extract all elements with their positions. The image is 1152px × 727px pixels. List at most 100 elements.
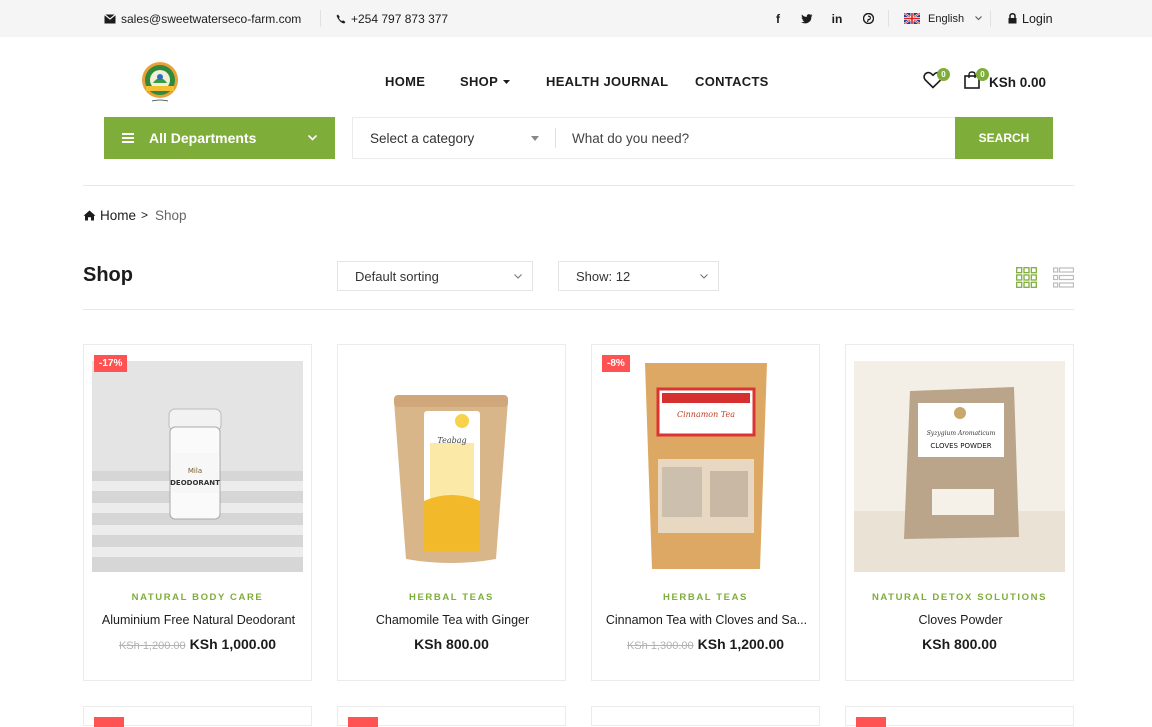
discount-badge (94, 717, 124, 727)
product-card[interactable]: Teabag HERBAL TEAS Chamomile Tea with Gi… (337, 344, 566, 681)
grid-view-icon (1016, 267, 1037, 288)
product-category[interactable]: HERBAL TEAS (592, 592, 819, 603)
breadcrumb-current: Shop (155, 207, 187, 223)
product-card[interactable] (845, 706, 1074, 727)
header: HOME SHOP HEALTH JOURNAL CONTACTS 0 0 KS… (0, 37, 1152, 185)
product-category[interactable]: NATURAL BODY CARE (84, 592, 311, 603)
product-image-chamomile-tea[interactable]: Teabag (346, 361, 557, 572)
svg-text:Syzygium Aromaticum: Syzygium Aromaticum (927, 430, 996, 437)
email-link[interactable]: sales@sweetwaterseco-farm.com (104, 0, 301, 37)
sorting-select[interactable]: Default sorting (337, 261, 533, 291)
product-image-cloves-powder[interactable]: Syzygium Aromaticum CLOVES POWDER (854, 361, 1065, 572)
discount-badge (856, 717, 886, 727)
caret-down-icon (503, 80, 511, 84)
site-logo[interactable] (139, 61, 181, 105)
divider (555, 128, 556, 148)
product-price: KSh 1,200.00 KSh 1,000.00 (84, 636, 311, 652)
product-category[interactable]: HERBAL TEAS (338, 592, 565, 603)
sorting-label: Default sorting (355, 268, 439, 284)
product-name[interactable]: Cloves Powder (852, 613, 1069, 627)
search-bar: Select a category What do you need? SEAR… (352, 117, 1053, 159)
wishlist-count-badge: 0 (937, 68, 950, 81)
list-view-button[interactable] (1053, 267, 1075, 288)
product-price: KSh 800.00 (846, 636, 1073, 652)
product-price: KSh 1,300.00 KSh 1,200.00 (592, 636, 819, 652)
phone-icon (336, 14, 346, 23)
product-card[interactable] (591, 706, 820, 726)
discount-badge (348, 717, 378, 727)
pinterest-icon[interactable] (861, 0, 875, 37)
chevron-down-icon (514, 274, 522, 279)
product-card[interactable]: -8% Cinnamon Tea HERBAL TEAS Cinnamon Te… (591, 344, 820, 681)
cart-total: KSh 0.00 (989, 75, 1047, 90)
divider (83, 309, 1074, 310)
cart-button[interactable]: 0 (964, 68, 989, 91)
email-text: sales@sweetwaterseco-farm.com (121, 11, 302, 26)
facebook-icon[interactable]: f (771, 0, 785, 37)
svg-text:Cinnamon Tea: Cinnamon Tea (677, 410, 735, 419)
pinterest-p-icon (862, 13, 874, 24)
breadcrumb-separator: > (141, 208, 149, 222)
discount-badge: -8% (602, 355, 630, 372)
product-card[interactable] (83, 706, 312, 727)
caret-down-icon (531, 136, 539, 141)
divider (888, 10, 889, 27)
product-card[interactable]: -17% Mila DEODORANT NATURAL BODY CARE Al… (83, 344, 312, 681)
grid-view-button[interactable] (1016, 267, 1037, 288)
category-select[interactable]: Select a category (353, 118, 555, 158)
chevron-down-icon (975, 16, 982, 21)
product-card[interactable]: Syzygium Aromaticum CLOVES POWDER NATURA… (845, 344, 1074, 681)
phone-text: +254 797 873 377 (351, 11, 449, 26)
lock-icon (1008, 13, 1017, 24)
current-price: KSh 1,200.00 (697, 636, 785, 652)
uk-flag-icon (904, 13, 920, 24)
svg-text:Teabag: Teabag (437, 436, 466, 445)
nav-shop-label: SHOP (460, 74, 499, 89)
product-image-cinnamon-tea[interactable]: Cinnamon Tea (600, 361, 811, 572)
old-price: KSh 1,200.00 (118, 640, 186, 652)
svg-text:DEODORANT: DEODORANT (170, 479, 220, 487)
linkedin-icon[interactable]: in (830, 0, 844, 37)
nav-shop[interactable]: SHOP (460, 74, 511, 94)
discount-badge: -17% (94, 355, 128, 372)
envelope-icon (104, 13, 116, 23)
product-category[interactable]: NATURAL DETOX SOLUTIONS (846, 592, 1073, 603)
old-price: KSh 1,300.00 (626, 640, 694, 652)
svg-text:Mila: Mila (188, 467, 202, 475)
product-card[interactable] (337, 706, 566, 727)
nav-contacts[interactable]: CONTACTS (695, 74, 769, 94)
breadcrumb: Home > Shop (83, 207, 187, 223)
page-title: Shop (83, 264, 133, 286)
nav-health-journal[interactable]: HEALTH JOURNAL (546, 74, 668, 94)
category-select-label: Select a category (370, 130, 475, 146)
home-icon (83, 210, 96, 220)
product-image-deodorant[interactable]: Mila DEODORANT (92, 361, 303, 572)
chevron-down-icon (700, 274, 708, 279)
product-name[interactable]: Cinnamon Tea with Cloves and Sa... (598, 613, 815, 627)
product-name[interactable]: Chamomile Tea with Ginger (344, 613, 561, 627)
wishlist-button[interactable]: 0 (923, 68, 950, 91)
menu-bars-icon (122, 133, 134, 143)
all-departments-button[interactable]: All Departments (104, 117, 335, 159)
show-count-select[interactable]: Show: 12 (558, 261, 719, 291)
language-selector[interactable]: English (904, 0, 982, 37)
divider (83, 185, 1074, 186)
search-input[interactable]: What do you need? (572, 118, 689, 158)
twitter-bird-icon (801, 13, 813, 23)
nav-home[interactable]: HOME (385, 74, 425, 94)
show-count-label: Show: 12 (576, 268, 631, 284)
list-view-icon (1053, 267, 1075, 288)
svg-text:CLOVES POWDER: CLOVES POWDER (930, 442, 991, 450)
product-name[interactable]: Aluminium Free Natural Deodorant (90, 613, 307, 627)
cart-count-badge: 0 (976, 68, 989, 81)
phone-link[interactable]: +254 797 873 377 (336, 0, 448, 37)
twitter-icon[interactable] (800, 0, 814, 37)
login-link[interactable]: Login (1008, 0, 1053, 37)
search-button[interactable]: SEARCH (955, 117, 1053, 159)
breadcrumb-home[interactable]: Home (100, 208, 136, 223)
current-price: KSh 800.00 (922, 636, 997, 652)
divider (990, 10, 991, 27)
chevron-down-icon (308, 135, 317, 141)
top-bar: sales@sweetwaterseco-farm.com +254 797 8… (0, 0, 1152, 37)
product-price: KSh 800.00 (338, 636, 565, 652)
